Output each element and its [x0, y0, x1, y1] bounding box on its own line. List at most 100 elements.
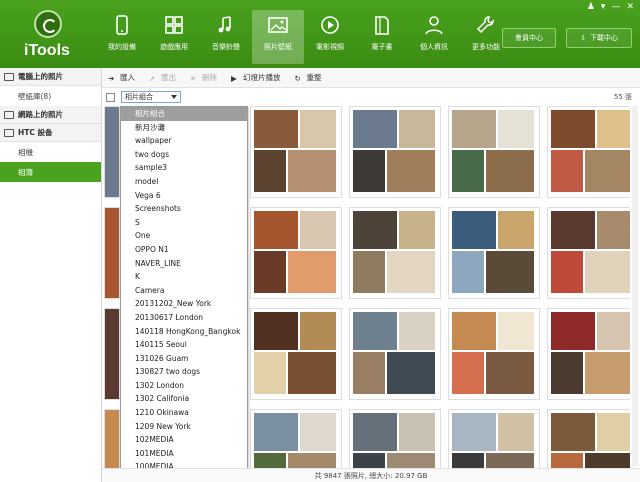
album-option[interactable]: One: [121, 229, 247, 243]
photo-thumbnail[interactable]: [250, 207, 342, 299]
album-option[interactable]: model: [121, 175, 247, 189]
nav-item-1[interactable]: 遊戲應用: [148, 10, 200, 64]
album-option[interactable]: 130827 two dogs: [121, 365, 247, 379]
select-all-checkbox[interactable]: [106, 92, 115, 102]
book-icon: [371, 14, 393, 36]
nav-item-label: 音樂鈴聲: [212, 43, 240, 51]
photo-grid: [250, 106, 630, 468]
photo-thumbnail[interactable]: [104, 207, 120, 299]
album-option[interactable]: S: [121, 216, 247, 230]
nav-item-3[interactable]: 照片壁紙: [252, 10, 304, 64]
album-option[interactable]: sample3: [121, 161, 247, 175]
album-option[interactable]: 140118 HongKong_Bangkok: [121, 325, 247, 339]
album-option[interactable]: 20131202_New York: [121, 297, 247, 311]
photo-thumbnail[interactable]: [250, 106, 342, 198]
sidebar-item[interactable]: 壁紙庫(8): [0, 86, 101, 106]
photo-count: 55 張: [613, 93, 632, 101]
photo-collage: [353, 413, 437, 468]
logo-icon: [34, 10, 62, 38]
download-center-button[interactable]: ⇩ 下載中心: [566, 28, 632, 48]
album-option[interactable]: 1302 London: [121, 379, 247, 393]
nav-item-label: 我的設備: [108, 43, 136, 51]
album-option[interactable]: 相片組合: [121, 107, 247, 121]
export-button[interactable]: ➚ 匯出: [149, 72, 176, 83]
main-nav: 我的設備 遊戲應用 音樂鈴聲 照片壁紙 電影視頻 電子書 個人資訊 更多功能: [96, 10, 512, 64]
nav-item-4[interactable]: 電影視頻: [304, 10, 356, 64]
sidebar-section-title: HTC 設备: [18, 128, 53, 137]
album-option[interactable]: Vega 6: [121, 189, 247, 203]
delete-button[interactable]: ✕ 刪除: [190, 72, 217, 83]
delete-label: 刪除: [202, 73, 217, 82]
photo-grid-left-edge: [104, 106, 120, 468]
album-option[interactable]: NAVER_LINE: [121, 257, 247, 271]
album-option[interactable]: 1210 Okinawa: [121, 406, 247, 420]
grid-scrollbar[interactable]: [632, 106, 638, 466]
album-option[interactable]: wallpaper: [121, 134, 247, 148]
close-icon[interactable]: ✕: [626, 2, 634, 12]
photo-thumbnail[interactable]: [250, 409, 342, 468]
sidebar-item-label: 壁紙庫(8): [18, 91, 52, 101]
album-option[interactable]: 101MEDIA: [121, 447, 247, 461]
album-option[interactable]: 1302 Califonia: [121, 392, 247, 406]
sidebar-section-1[interactable]: 網路上的照片: [0, 106, 101, 124]
import-button[interactable]: ➜ 匯入: [108, 72, 135, 83]
album-option[interactable]: 102MEDIA: [121, 433, 247, 447]
window-controls: ♟ ▾ — ✕: [587, 2, 634, 12]
photo-thumbnail[interactable]: [448, 308, 540, 400]
skin-icon[interactable]: ♟: [587, 2, 595, 12]
album-option[interactable]: OPPO N1: [121, 243, 247, 257]
album-option[interactable]: 140115 Seoul: [121, 338, 247, 352]
photo-collage: [452, 312, 536, 396]
photo-thumbnail[interactable]: [349, 106, 441, 198]
nav-item-2[interactable]: 音樂鈴聲: [200, 10, 252, 64]
album-select[interactable]: 相片組合: [121, 91, 181, 103]
nav-item-0[interactable]: 我的設備: [96, 10, 148, 64]
photo-collage: [551, 211, 630, 295]
photo-collage: [254, 110, 338, 194]
photo-thumbnail[interactable]: [104, 106, 120, 198]
app-logo[interactable]: iTools: [16, 6, 80, 64]
photo-thumbnail[interactable]: [104, 409, 120, 468]
album-option[interactable]: two dogs: [121, 148, 247, 162]
top-bar: iTools 我的設備 遊戲應用 音樂鈴聲 照片壁紙 電影視頻 電子書 個人資訊 更多功能 ♟…: [0, 0, 640, 68]
photo-thumbnail[interactable]: [349, 207, 441, 299]
album-option[interactable]: K: [121, 270, 247, 284]
album-option[interactable]: 1209 New York: [121, 420, 247, 434]
album-option[interactable]: 新月沙灘: [121, 121, 247, 135]
phone-icon: [111, 14, 133, 36]
menu-icon[interactable]: ▾: [601, 2, 606, 12]
sidebar-item[interactable]: 相簿: [0, 162, 101, 182]
photo-thumbnail[interactable]: [448, 409, 540, 468]
sidebar-section-2[interactable]: HTC 設备: [0, 124, 101, 142]
album-option[interactable]: Screenshots: [121, 202, 247, 216]
export-label: 匯出: [161, 73, 176, 82]
photo-thumbnail[interactable]: [349, 308, 441, 400]
status-bar: 共 9847 張照片, 總大小: 20.97 GB: [102, 468, 640, 482]
chevron-down-icon: [171, 95, 177, 99]
album-option[interactable]: 131026 Guam: [121, 352, 247, 366]
slideshow-label: 幻燈片播放: [243, 73, 281, 82]
photo-thumbnail[interactable]: [104, 308, 120, 400]
photo-thumbnail[interactable]: [250, 308, 342, 400]
nav-item-6[interactable]: 個人資訊: [408, 10, 460, 64]
nav-item-label: 更多功能: [472, 43, 500, 51]
album-option[interactable]: 20130617 London: [121, 311, 247, 325]
photo-thumbnail[interactable]: [547, 308, 630, 400]
album-select-value: 相片組合: [125, 93, 153, 101]
minimize-icon[interactable]: —: [611, 2, 620, 12]
photo-collage: [452, 211, 536, 295]
photo-thumbnail[interactable]: [448, 207, 540, 299]
photo-thumbnail[interactable]: [547, 207, 630, 299]
slideshow-button[interactable]: ▶ 幻燈片播放: [231, 72, 281, 83]
refresh-button[interactable]: ↻ 重整: [295, 72, 322, 83]
photo-thumbnail[interactable]: [547, 106, 630, 198]
photo-thumbnail[interactable]: [448, 106, 540, 198]
nav-item-5[interactable]: 電子書: [356, 10, 408, 64]
member-center-button[interactable]: 會員中心: [502, 28, 556, 48]
photo-collage: [551, 110, 630, 194]
photo-thumbnail[interactable]: [349, 409, 441, 468]
album-option[interactable]: Camera: [121, 284, 247, 298]
sidebar-item[interactable]: 相機: [0, 142, 101, 162]
sidebar-section-0[interactable]: 電腦上的照片: [0, 68, 101, 86]
photo-thumbnail[interactable]: [547, 409, 630, 468]
